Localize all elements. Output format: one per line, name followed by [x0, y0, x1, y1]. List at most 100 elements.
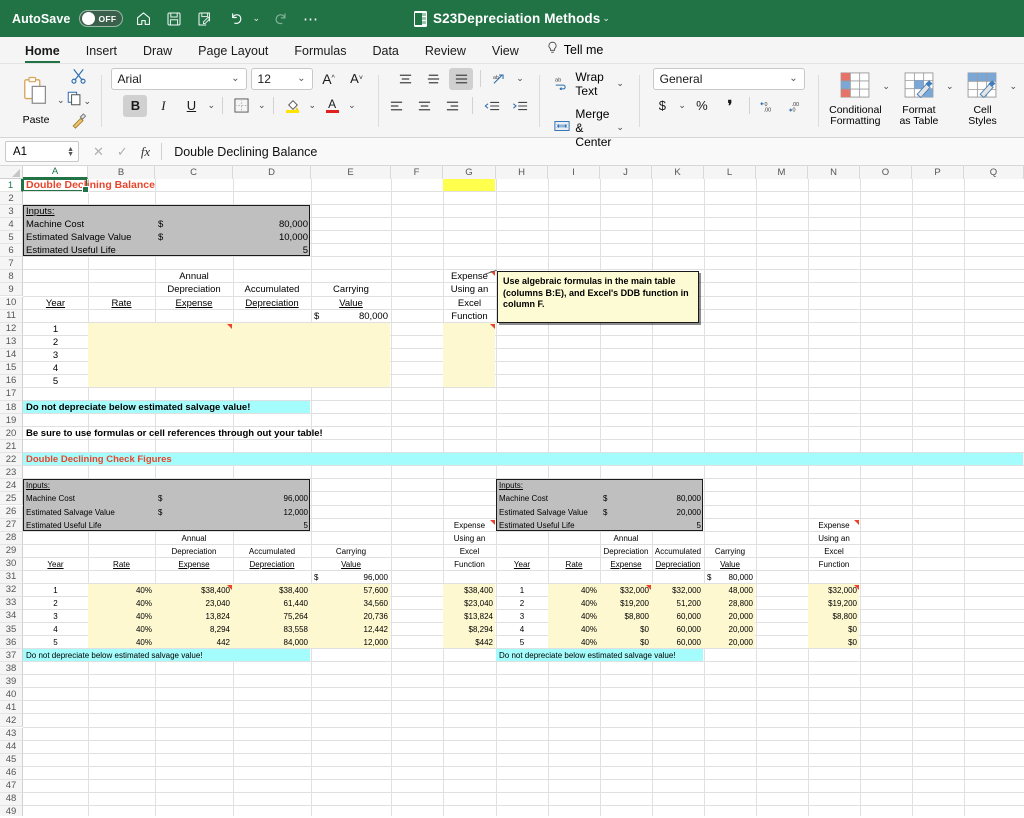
tab-page-layout[interactable]: Page Layout: [185, 44, 281, 63]
format-as-table-chevron-down-icon[interactable]: ⌄: [946, 81, 954, 92]
column-header-a[interactable]: A: [23, 166, 88, 179]
undo-icon[interactable]: [225, 8, 247, 30]
confirm-icon[interactable]: ✓: [117, 144, 128, 160]
row-header-26[interactable]: 26: [0, 505, 23, 519]
row-header-14[interactable]: 14: [0, 348, 23, 362]
cell-styles-button[interactable]: Cell Styles: [955, 71, 1009, 128]
orientation-button[interactable]: ab: [488, 68, 512, 90]
cancel-icon[interactable]: ✕: [93, 144, 104, 160]
row-header-6[interactable]: 6: [0, 244, 23, 258]
row-header-17[interactable]: 17: [0, 387, 23, 401]
column-header-q[interactable]: Q: [964, 166, 1024, 179]
decrease-indent-button[interactable]: [480, 95, 504, 117]
row-header-46[interactable]: 46: [0, 766, 23, 780]
row-header-42[interactable]: 42: [0, 714, 23, 728]
decrease-decimal-button[interactable]: .00 0: [785, 95, 809, 117]
bold-button[interactable]: B: [123, 94, 148, 117]
spreadsheet-grid[interactable]: Double Declining Balance Inputs: Machine C…: [0, 166, 1024, 816]
home-icon[interactable]: [132, 8, 154, 30]
row-header-33[interactable]: 33: [0, 596, 23, 610]
row-header-25[interactable]: 25: [0, 492, 23, 506]
column-header-p[interactable]: P: [912, 166, 964, 179]
comment-indicator-fn-left[interactable]: [490, 519, 495, 525]
font-name-select[interactable]: Arial ⌄: [110, 67, 247, 90]
increase-indent-button[interactable]: [508, 95, 532, 117]
format-painter-icon[interactable]: [70, 113, 87, 134]
column-header-e[interactable]: E: [311, 166, 391, 179]
row-header-12[interactable]: 12: [0, 322, 23, 336]
increase-font-size-button[interactable]: A ^: [317, 68, 341, 90]
row-header-16[interactable]: 16: [0, 374, 23, 388]
more-icon[interactable]: ⋯: [300, 8, 322, 30]
row-header-32[interactable]: 32: [0, 583, 23, 597]
comment-indicator-g12-main[interactable]: [490, 323, 495, 329]
row-header-23[interactable]: 23: [0, 466, 23, 480]
row-header-37[interactable]: 37: [0, 649, 23, 663]
increase-decimal-button[interactable]: 0.00: [757, 95, 781, 117]
column-header-m[interactable]: M: [756, 166, 808, 179]
paste-chevron-down-icon[interactable]: ⌄: [57, 95, 65, 106]
cut-icon[interactable]: [70, 67, 87, 89]
row-header-19[interactable]: 19: [0, 414, 23, 428]
name-box-spinner[interactable]: ▲ ▼: [67, 146, 74, 158]
row-header-49[interactable]: 49: [0, 805, 23, 816]
column-header-i[interactable]: I: [548, 166, 600, 179]
formula-input[interactable]: Double Declining Balance: [174, 145, 317, 159]
row-header-35[interactable]: 35: [0, 623, 23, 637]
column-header-j[interactable]: J: [600, 166, 652, 179]
row-header-41[interactable]: 41: [0, 701, 23, 715]
row-header-45[interactable]: 45: [0, 753, 23, 767]
row-header-28[interactable]: 28: [0, 531, 23, 545]
align-left-button[interactable]: [385, 95, 409, 117]
comment-callout[interactable]: Use algebraic formulas in the main table…: [497, 271, 699, 324]
save-as-icon[interactable]: [194, 8, 216, 30]
row-header-22[interactable]: 22: [0, 453, 23, 467]
tab-formulas[interactable]: Formulas: [281, 44, 359, 63]
column-header-f[interactable]: F: [391, 166, 443, 179]
cell-styles-chevron-down-icon[interactable]: ⌄: [1009, 81, 1017, 92]
row-header-13[interactable]: 13: [0, 335, 23, 349]
row-header-11[interactable]: 11: [0, 309, 23, 323]
conditional-formatting-chevron-down-icon[interactable]: ⌄: [882, 81, 890, 92]
row-header-10[interactable]: 10: [0, 296, 23, 310]
comment-indicator-c12-main[interactable]: [227, 323, 232, 329]
tell-me-button[interactable]: Tell me: [532, 41, 614, 63]
fill-color-button[interactable]: [281, 95, 305, 117]
column-header-k[interactable]: K: [652, 166, 704, 179]
tab-review[interactable]: Review: [412, 44, 479, 63]
comment-indicator-fn-right[interactable]: [854, 519, 859, 525]
active-cell-selection[interactable]: [23, 179, 89, 194]
tab-insert[interactable]: Insert: [73, 44, 130, 63]
title-chevron-down-icon[interactable]: ⌄: [602, 13, 610, 24]
row-header-20[interactable]: 20: [0, 427, 23, 441]
row-header-39[interactable]: 39: [0, 675, 23, 689]
row-header-34[interactable]: 34: [0, 609, 23, 623]
select-all-corner[interactable]: [0, 166, 23, 179]
row-header-48[interactable]: 48: [0, 792, 23, 806]
row-header-38[interactable]: 38: [0, 662, 23, 676]
font-size-select[interactable]: 12 ⌄: [250, 67, 313, 90]
tab-data[interactable]: Data: [359, 44, 411, 63]
row-header-27[interactable]: 27: [0, 518, 23, 532]
column-header-g[interactable]: G: [443, 166, 496, 179]
row-header-30[interactable]: 30: [0, 557, 23, 571]
row-header-47[interactable]: 47: [0, 779, 23, 793]
row-header-43[interactable]: 43: [0, 727, 23, 741]
column-header-o[interactable]: O: [860, 166, 912, 179]
fill-color-chevron-down-icon[interactable]: ⌄: [309, 100, 317, 111]
name-box[interactable]: A1 ▲ ▼: [5, 141, 79, 162]
row-header-21[interactable]: 21: [0, 440, 23, 454]
wrap-text-button[interactable]: ab Wrap Text ⌄: [550, 68, 628, 100]
column-header-c[interactable]: C: [155, 166, 233, 179]
number-format-select[interactable]: General ⌄: [652, 67, 805, 90]
merge-center-button[interactable]: Merge & Center ⌄: [550, 105, 628, 151]
wrap-text-chevron-down-icon[interactable]: ⌄: [616, 78, 624, 89]
borders-chevron-down-icon[interactable]: ⌄: [258, 100, 266, 111]
column-header-b[interactable]: B: [88, 166, 155, 179]
column-header-d[interactable]: D: [233, 166, 311, 179]
align-top-button[interactable]: [393, 68, 417, 90]
currency-format-button[interactable]: $: [650, 95, 674, 117]
tab-view[interactable]: View: [479, 44, 532, 63]
row-header-4[interactable]: 4: [0, 218, 23, 232]
format-as-table-button[interactable]: Format as Table: [892, 71, 946, 128]
